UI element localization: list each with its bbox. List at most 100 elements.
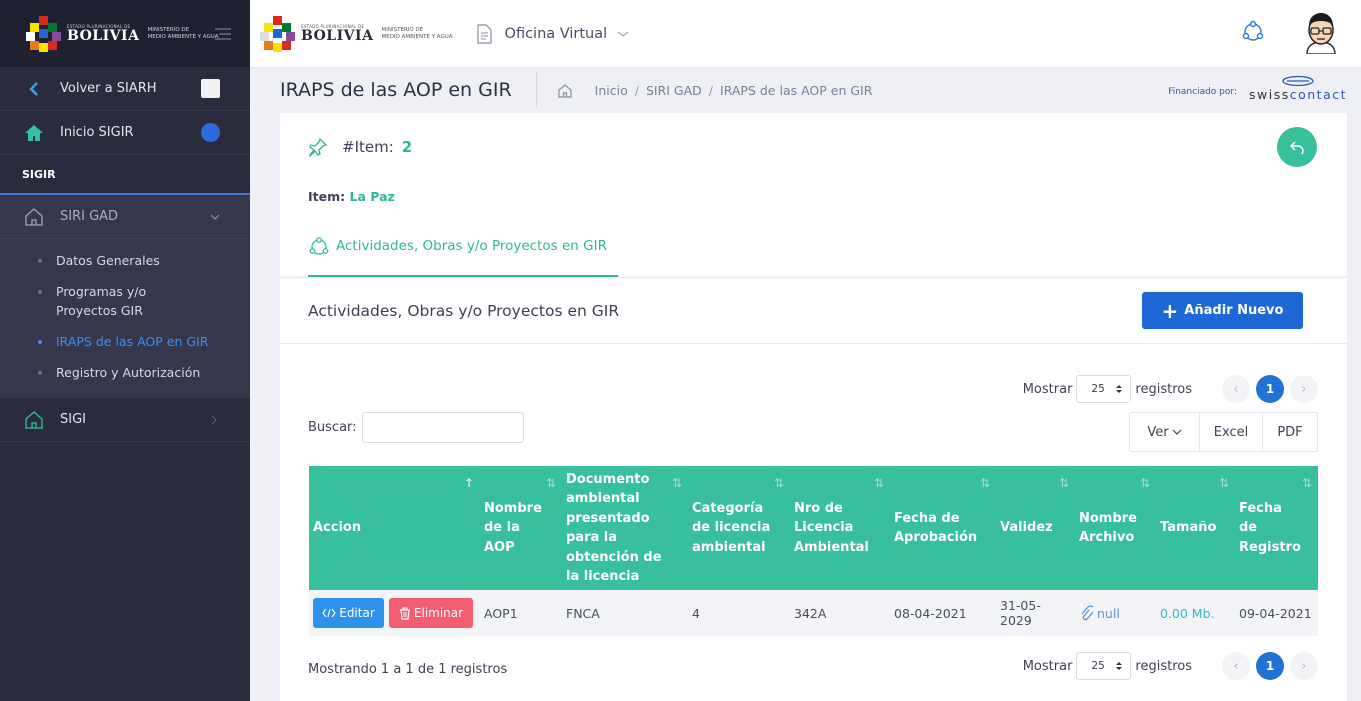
cell-nro: 342A: [790, 590, 890, 636]
th-nro[interactable]: Nro de Licencia Ambiental ⇅: [790, 466, 890, 590]
sidebar-sub-item[interactable]: Datos Generales: [0, 245, 250, 276]
main-card: #Item: 2 Item: La Paz Actividades, Obras…: [280, 113, 1347, 701]
sidebar-logo: ESTADO PLURINACIONAL DE BOLIVIA MINISTER…: [0, 0, 250, 67]
breadcrumb-item[interactable]: IRAPS de las AOP en GIR: [720, 83, 872, 98]
home-outline-icon: [24, 207, 44, 227]
bullet-icon: [38, 290, 42, 294]
sidebar-sub-item[interactable]: Programas y/o Proyectos GIR: [0, 276, 250, 326]
view-label: Ver: [1147, 424, 1169, 440]
cell-fecha-reg: 09-04-2021: [1235, 590, 1318, 636]
breadcrumb-item[interactable]: SIRI GAD: [646, 83, 702, 98]
home-outline-icon[interactable]: [557, 83, 573, 98]
sponsor-suffix: contact: [1289, 87, 1347, 102]
next-page-button[interactable]: ›: [1290, 652, 1318, 680]
bullet-icon: [38, 371, 42, 375]
th-label: Nombre Archivo: [1079, 510, 1137, 546]
th-fecha-reg[interactable]: Fecha de Registro ⇅: [1235, 466, 1318, 590]
th-validez[interactable]: Validez ⇅: [996, 466, 1075, 590]
sidebar-sub-label: Programas y/o Proyectos GIR: [56, 284, 147, 318]
search-area: Buscar:: [308, 412, 524, 443]
breadcrumb-item[interactable]: Inicio: [595, 83, 628, 98]
delete-label: Eliminar: [413, 606, 464, 620]
sidebar-sub-label: Registro y Autorización: [56, 365, 201, 380]
pdf-button[interactable]: PDF: [1263, 413, 1317, 451]
th-label: Fecha de Aprobación: [894, 510, 978, 546]
cell-archivo[interactable]: null: [1075, 590, 1156, 636]
item-label: #Item:: [342, 138, 394, 156]
show-label: Mostrar: [1022, 658, 1073, 674]
page-button-current[interactable]: 1: [1256, 375, 1284, 403]
bolivia-logo: ESTADO PLURINACIONAL DE BOLIVIA MINISTER…: [26, 15, 233, 52]
network-icon: [309, 237, 329, 255]
next-page-button[interactable]: ›: [1290, 375, 1318, 403]
network-icon[interactable]: [1241, 20, 1265, 44]
table-row: Editar Eliminar AOP1 FNCA 4 342A 08-04-2…: [309, 590, 1318, 636]
sidebar-item-label: Volver a SIARH: [60, 81, 157, 96]
chevron-down-icon: [617, 31, 629, 37]
sidebar-item-home[interactable]: Inicio SIGIR: [0, 111, 250, 155]
swisscontact-swoosh-icon: [1282, 75, 1314, 87]
excel-button[interactable]: Excel: [1200, 413, 1263, 451]
page-size-select[interactable]: 25: [1076, 375, 1132, 403]
add-new-label: Añadir Nuevo: [1184, 303, 1284, 318]
page-button-current[interactable]: 1: [1256, 652, 1284, 680]
chevron-down-icon: [210, 214, 220, 220]
item-name: Item: La Paz: [308, 189, 395, 204]
th-categoria[interactable]: Categoría de licencia ambiental ⇅: [688, 466, 790, 590]
page-size-select[interactable]: 25: [1076, 652, 1132, 680]
page-size-value: 25: [1091, 383, 1105, 395]
square-icon: [201, 79, 220, 98]
tab-activities[interactable]: Actividades, Obras y/o Proyectos en GIR: [308, 231, 618, 277]
item-header: #Item: 2: [308, 137, 412, 157]
sidebar-sub-item-active[interactable]: IRAPS de las AOP en GIR: [0, 326, 250, 357]
hamburger-icon[interactable]: [213, 27, 233, 41]
th-tamano[interactable]: Tamaño ⇅: [1156, 466, 1235, 590]
view-columns-button[interactable]: Ver: [1130, 413, 1200, 451]
th-archivo[interactable]: Nombre Archivo ⇅: [1075, 466, 1156, 590]
chevron-down-icon: [1172, 429, 1182, 435]
sort-icon: ⇅: [1058, 476, 1069, 490]
financed-label: Financiado por:: [1168, 86, 1237, 97]
pin-icon: [309, 137, 328, 157]
bolivia-emblem-icon: [260, 15, 296, 52]
prev-page-button[interactable]: ‹: [1222, 652, 1250, 680]
length-control-bottom: Mostrar 25 registros ‹ 1 ›: [1023, 652, 1318, 680]
show-label: Mostrar: [1022, 381, 1073, 397]
home-icon: [24, 124, 44, 142]
delete-button[interactable]: Eliminar: [389, 598, 473, 628]
tab-label: Actividades, Obras y/o Proyectos en GIR: [336, 238, 607, 254]
app-menu-dropdown[interactable]: Oficina Virtual: [475, 23, 630, 44]
return-icon: [1289, 141, 1304, 154]
bullet-icon: [38, 340, 42, 344]
search-input[interactable]: [361, 412, 524, 443]
sidebar-item-back[interactable]: Volver a SIARH: [0, 67, 250, 111]
sidebar-sub-item[interactable]: Registro y Autorización: [0, 357, 250, 388]
th-accion[interactable]: Accion ↑: [309, 466, 480, 590]
edit-button[interactable]: Editar: [313, 598, 384, 628]
sidebar-item-siri-gad[interactable]: SIRI GAD: [0, 195, 250, 239]
chevron-left-icon: [24, 81, 44, 97]
th-nombre[interactable]: Nombre de la AOP ⇅: [480, 466, 562, 590]
logo-ministry-line1: MINISTERIO DE: [381, 26, 424, 33]
avatar[interactable]: [1301, 10, 1341, 54]
logo-big-text: BOLIVIA: [301, 27, 374, 44]
item-name-value: La Paz: [349, 189, 395, 204]
th-documento[interactable]: Documento ambiental presentado para la o…: [562, 466, 688, 590]
sidebar-item-label: Inicio SIGIR: [60, 125, 134, 140]
tabs: Actividades, Obras y/o Proyectos en GIR: [280, 211, 1347, 278]
sort-icon: ⇅: [1139, 476, 1150, 490]
topbar-logo: ESTADO PLURINACIONAL DE BOLIVIA MINISTER…: [260, 15, 453, 52]
sidebar-section-title: SIGIR: [0, 155, 250, 195]
bolivia-emblem-icon: [26, 15, 62, 52]
sidebar-item-label: SIRI GAD: [60, 209, 119, 224]
back-button[interactable]: [1277, 127, 1317, 167]
cell-actions: Editar Eliminar: [309, 590, 480, 636]
sort-icon: ⇅: [979, 476, 990, 490]
chevron-right-icon: [211, 415, 217, 424]
add-new-button[interactable]: + Añadir Nuevo: [1142, 292, 1303, 329]
th-fecha-aprob[interactable]: Fecha de Aprobación ⇅: [890, 466, 996, 590]
code-icon: [322, 608, 336, 618]
sidebar-item-sigi[interactable]: SIGI: [0, 398, 250, 442]
prev-page-button[interactable]: ‹: [1222, 375, 1250, 403]
sidebar: ESTADO PLURINACIONAL DE BOLIVIA MINISTER…: [0, 0, 250, 701]
